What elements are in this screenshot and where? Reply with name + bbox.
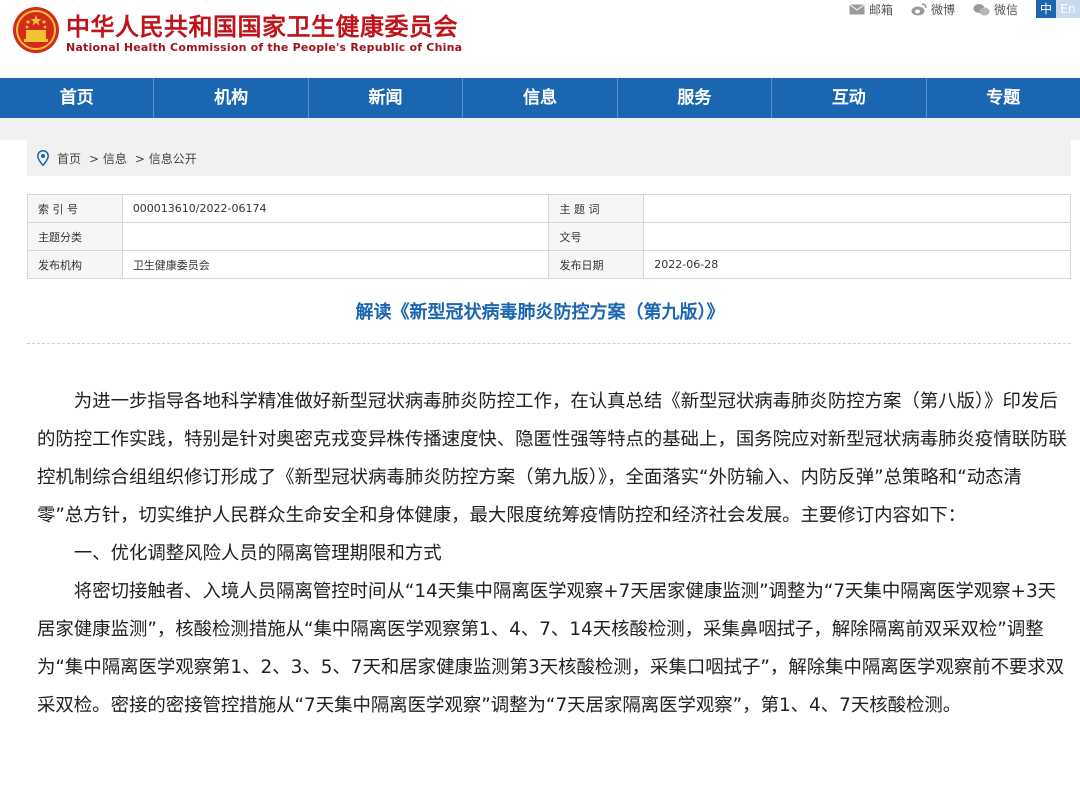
breadcrumb-disclosure[interactable]: > 信息公开 (135, 150, 197, 167)
nav-item-topics[interactable]: 专题 (927, 78, 1080, 118)
nav-spacer (0, 118, 1080, 140)
mail-link[interactable]: 邮箱 (849, 1, 893, 18)
publisher-label: 发布机构 (27, 250, 123, 279)
nav-item-services[interactable]: 服务 (618, 78, 773, 118)
category-value (121, 222, 550, 251)
index-label: 索 引 号 (27, 194, 123, 223)
breadcrumb-home[interactable]: 首页 (57, 150, 81, 167)
national-emblem-icon[interactable] (12, 6, 60, 54)
nav-item-interaction[interactable]: 互动 (772, 78, 927, 118)
location-pin-icon (37, 150, 49, 166)
date-label: 发布日期 (548, 250, 645, 279)
site-title[interactable]: 中华人民共和国国家卫生健康委员会 (66, 7, 458, 42)
breadcrumb-information[interactable]: > 信息 (89, 150, 127, 167)
title-divider (27, 343, 1071, 344)
wechat-link[interactable]: 微信 (973, 1, 1018, 18)
docno-label: 文号 (548, 222, 645, 251)
top-links: 邮箱 微博 微信 中 En (849, 0, 1080, 18)
document-info-table: 索 引 号 000013610/2022-06174 主 题 词 主题分类 文号… (27, 194, 1071, 279)
breadcrumb: 首页 > 信息 > 信息公开 (27, 140, 1071, 176)
site-title-english[interactable]: National Health Commission of the People… (66, 41, 462, 54)
mail-label: 邮箱 (868, 2, 893, 17)
docno-value (643, 222, 1071, 251)
nav-item-home[interactable]: 首页 (0, 78, 155, 118)
wechat-label: 微信 (993, 2, 1018, 17)
table-row: 发布机构 卫生健康委员会 发布日期 2022-06-28 (27, 250, 1071, 279)
lang-english-button[interactable]: En (1056, 0, 1080, 18)
article-paragraph: 将密切接触者、入境人员隔离管控时间从“14天集中隔离医学观察+7天居家健康监测”… (37, 581, 1065, 716)
nav-item-news[interactable]: 新闻 (309, 78, 464, 118)
table-row: 索 引 号 000013610/2022-06174 主 题 词 (27, 194, 1071, 223)
date-value: 2022-06-28 (643, 250, 1071, 279)
site-header: 中华人民共和国国家卫生健康委员会 National Health Commiss… (0, 0, 1080, 78)
article-content: 为进一步指导各地科学精准做好新型冠状病毒肺炎防控工作，在认真总结《新型冠状病毒肺… (37, 383, 1067, 725)
article-paragraph: 为进一步指导各地科学精准做好新型冠状病毒肺炎防控工作，在认真总结《新型冠状病毒肺… (37, 391, 1067, 526)
nav-item-organization[interactable]: 机构 (154, 78, 309, 118)
category-label: 主题分类 (27, 222, 123, 251)
article-title: 解读《新型冠状病毒肺炎防控方案（第九版）》 (355, 302, 725, 323)
weibo-icon (911, 2, 927, 15)
main-nav: 首页 机构 新闻 信息 服务 互动 专题 (0, 78, 1080, 118)
table-row: 主题分类 文号 (27, 222, 1071, 251)
wechat-icon (973, 3, 990, 15)
index-value: 000013610/2022-06174 (121, 194, 550, 223)
publisher-value: 卫生健康委员会 (121, 250, 550, 279)
subject-label: 主 题 词 (548, 194, 645, 223)
subject-value (643, 194, 1071, 223)
weibo-label: 微博 (930, 2, 955, 17)
nav-item-information[interactable]: 信息 (463, 78, 618, 118)
language-switch: 中 En (1036, 0, 1080, 18)
mail-icon (849, 3, 865, 14)
article-section-heading: 一、优化调整风险人员的隔离管理期限和方式 (73, 543, 442, 564)
lang-chinese-button[interactable]: 中 (1036, 0, 1056, 18)
weibo-link[interactable]: 微博 (911, 1, 955, 18)
